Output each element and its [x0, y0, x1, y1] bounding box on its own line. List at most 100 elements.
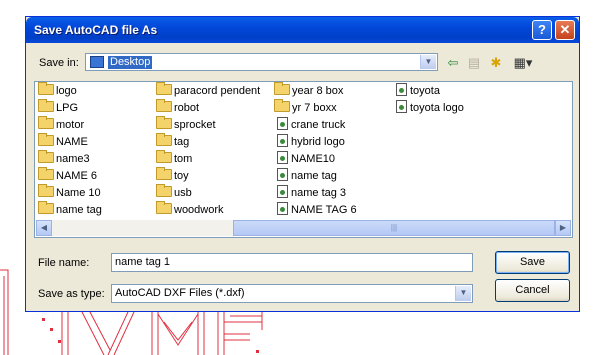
list-item[interactable]: woodwork — [156, 201, 224, 219]
list-item[interactable]: robot — [156, 99, 200, 117]
folder-icon — [38, 116, 54, 129]
folder-icon — [156, 133, 172, 146]
dxf-file-icon — [277, 202, 288, 215]
list-item-label: hybrid logo — [291, 136, 345, 148]
title-bar[interactable]: Save AutoCAD file As ? ✕ — [26, 17, 579, 43]
list-item-label: toyota — [410, 85, 440, 97]
folder-icon — [156, 184, 172, 197]
dxf-file-icon — [277, 151, 288, 164]
folder-icon — [38, 82, 54, 95]
list-item-label: woodwork — [174, 204, 224, 216]
folder-icon — [38, 150, 54, 163]
save-in-label: Save in: — [39, 57, 79, 69]
dxf-file-icon — [277, 168, 288, 181]
folder-icon — [38, 99, 54, 112]
list-item-label: year 8 box — [292, 85, 344, 97]
list-item[interactable]: LPG — [38, 99, 79, 117]
folder-icon — [156, 150, 172, 163]
list-item[interactable]: crane truck — [274, 117, 345, 134]
list-item[interactable]: Name 10 — [38, 184, 101, 202]
list-item[interactable]: logo — [38, 82, 77, 100]
list-item-label: NAME10 — [291, 153, 336, 165]
folder-icon — [38, 184, 54, 197]
list-item[interactable]: name3 — [38, 150, 90, 168]
chevron-down-icon[interactable]: ▼ — [420, 55, 436, 69]
list-item-label: Name 10 — [56, 187, 101, 199]
dxf-file-icon — [277, 117, 288, 130]
dialog-title: Save AutoCAD file As — [34, 23, 158, 37]
scroll-right-icon[interactable]: ▶ — [555, 220, 571, 236]
folder-icon — [274, 99, 290, 112]
list-item[interactable]: NAME 6 — [38, 167, 97, 185]
list-item[interactable]: usb — [156, 184, 192, 202]
list-item-label: logo — [56, 85, 77, 97]
list-item[interactable]: name tag — [274, 168, 337, 185]
list-item[interactable]: name tag 3 — [274, 185, 346, 202]
back-arrow-icon[interactable]: ⇦ — [443, 54, 463, 72]
list-item[interactable]: toyota — [393, 83, 440, 100]
list-item-label: NAME 6 — [56, 170, 97, 182]
list-item[interactable]: NAME TAG 6 — [274, 202, 357, 219]
folder-icon — [156, 167, 172, 180]
list-item[interactable]: NAME — [38, 133, 88, 151]
list-item[interactable]: yr 7 boxx — [274, 99, 337, 117]
file-name-input[interactable]: name tag 1 — [111, 253, 473, 272]
new-folder-icon[interactable]: ✱ — [486, 54, 506, 72]
list-item-label: NAME TAG 6 — [291, 204, 357, 216]
horizontal-scrollbar[interactable]: ◀ ||| ▶ — [36, 220, 571, 236]
dxf-file-icon — [277, 185, 288, 198]
list-item[interactable]: NAME10 — [274, 151, 335, 168]
list-item[interactable]: paracord pendent — [156, 82, 261, 100]
list-item[interactable]: toy — [156, 167, 189, 185]
cancel-button[interactable]: Cancel — [495, 279, 570, 302]
list-item-label: name tag — [56, 204, 102, 216]
list-item-label: name3 — [56, 153, 90, 165]
list-item-label: NAME — [56, 136, 88, 148]
views-menu-icon[interactable]: ▦▾ — [510, 54, 536, 72]
save-as-type-value: AutoCAD DXF Files (*.dxf) — [115, 287, 245, 299]
scroll-thumb[interactable]: ||| — [233, 220, 555, 236]
file-name-label: File name: — [38, 257, 90, 269]
list-item-label: usb — [174, 187, 192, 199]
folder-icon — [38, 167, 54, 180]
folder-icon — [156, 82, 172, 95]
list-item[interactable]: motor — [38, 116, 85, 134]
list-item[interactable]: toyota logo — [393, 100, 464, 117]
list-item-label: crane truck — [291, 119, 346, 131]
list-item[interactable]: hybrid logo — [274, 134, 345, 151]
dxf-file-icon — [277, 134, 288, 147]
close-button[interactable]: ✕ — [555, 20, 575, 40]
folder-icon — [38, 133, 54, 146]
help-button[interactable]: ? — [532, 20, 552, 40]
save-as-dialog: Save AutoCAD file As ? ✕ Save in: Deskto… — [25, 16, 580, 312]
folder-icon — [274, 82, 290, 95]
list-item[interactable]: tag — [156, 133, 190, 151]
list-item[interactable]: tom — [156, 150, 193, 168]
list-item-label: tom — [174, 153, 193, 165]
list-item[interactable]: name tag — [38, 201, 102, 219]
desktop-icon — [90, 56, 104, 68]
scroll-left-icon[interactable]: ◀ — [36, 220, 52, 236]
up-folder-icon[interactable]: ▤ — [464, 54, 484, 72]
folder-icon — [156, 99, 172, 112]
save-in-dropdown[interactable]: Desktop ▼ — [85, 53, 438, 71]
save-in-value: Desktop — [108, 56, 153, 69]
list-item-label: yr 7 boxx — [292, 102, 337, 114]
list-item-label: LPG — [56, 102, 79, 114]
chevron-down-icon[interactable]: ▼ — [455, 286, 471, 301]
save-button[interactable]: Save — [495, 251, 570, 274]
list-item-label: motor — [56, 119, 85, 131]
list-item[interactable]: year 8 box — [274, 82, 344, 100]
file-list[interactable]: ◀ ||| ▶ logo LPG motor NAME name3 NAME 6 Name … — [34, 81, 573, 238]
list-item-label: toyota logo — [410, 102, 464, 114]
list-item[interactable]: sprocket — [156, 116, 216, 134]
list-item-label: robot — [174, 102, 200, 114]
folder-icon — [38, 201, 54, 214]
list-item-label: tag — [174, 136, 190, 148]
list-item-label: toy — [174, 170, 189, 182]
list-item-label: sprocket — [174, 119, 216, 131]
save-as-type-dropdown[interactable]: AutoCAD DXF Files (*.dxf) ▼ — [111, 284, 473, 303]
list-item-label: paracord pendent — [174, 85, 261, 97]
folder-icon — [156, 116, 172, 129]
list-item-label: name tag 3 — [291, 187, 347, 199]
